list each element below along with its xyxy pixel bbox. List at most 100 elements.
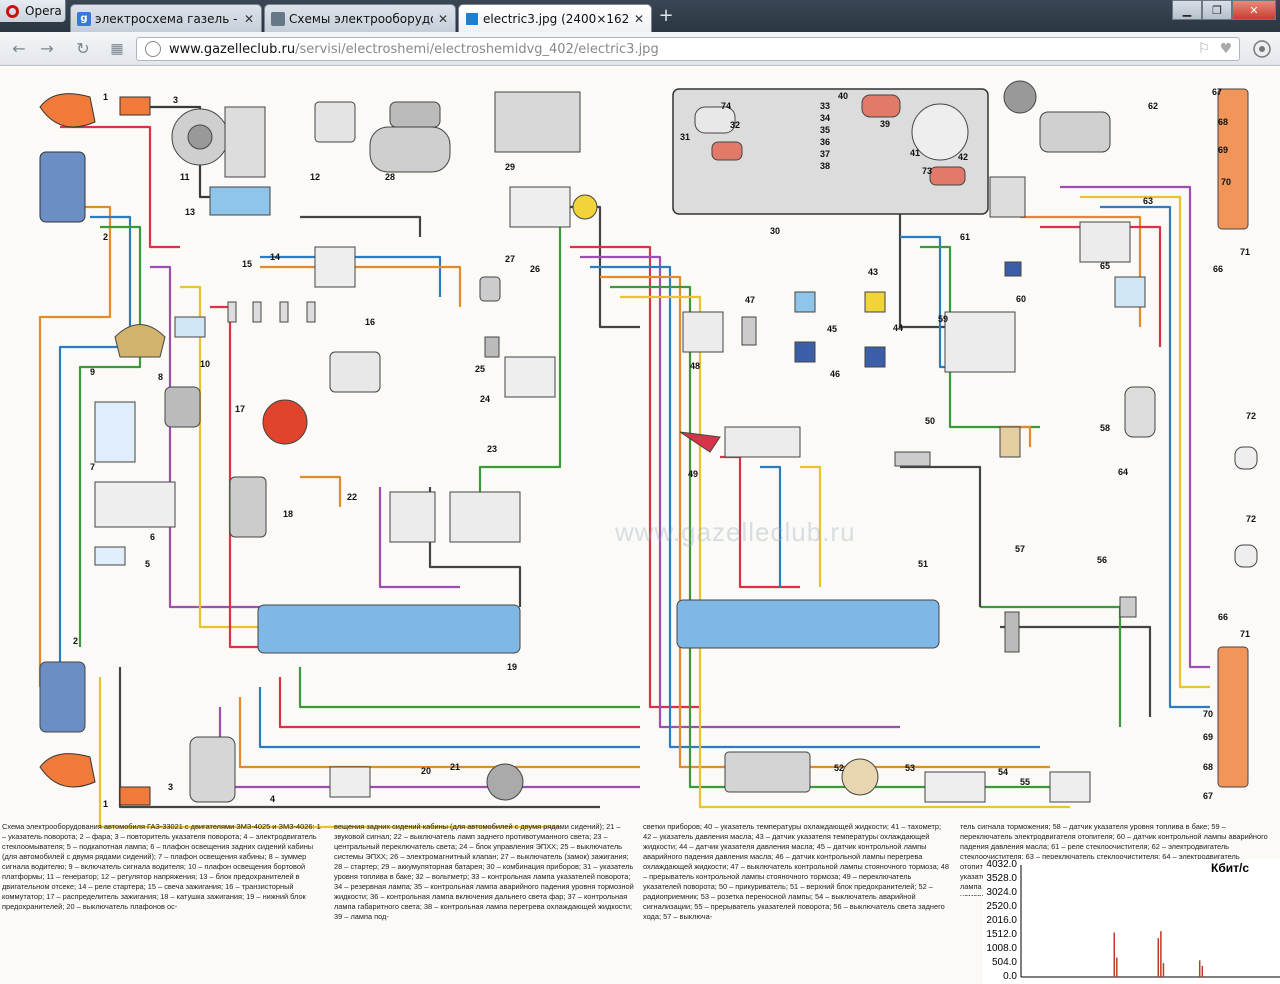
headlight-icon bbox=[39, 151, 86, 223]
address-bar[interactable]: www.gazelleclub.ru/servisi/electroshemi/… bbox=[136, 37, 1240, 61]
svg-text:43: 43 bbox=[868, 267, 878, 277]
svg-text:58: 58 bbox=[1100, 423, 1110, 433]
svg-text:23: 23 bbox=[487, 444, 497, 454]
google-icon: g bbox=[77, 11, 91, 26]
svg-text:34: 34 bbox=[820, 113, 830, 123]
svg-text:68: 68 bbox=[1203, 762, 1213, 772]
svg-text:12: 12 bbox=[310, 172, 320, 182]
svg-text:4: 4 bbox=[270, 794, 275, 804]
svg-text:66: 66 bbox=[1218, 612, 1228, 622]
svg-text:65: 65 bbox=[1100, 261, 1110, 271]
svg-text:20: 20 bbox=[421, 766, 431, 776]
svg-text:16: 16 bbox=[365, 317, 375, 327]
url-host: www.gazelleclub.ru bbox=[169, 41, 296, 57]
svg-text:27: 27 bbox=[505, 254, 515, 264]
svg-text:57: 57 bbox=[1015, 544, 1025, 554]
svg-text:42: 42 bbox=[958, 152, 968, 162]
svg-text:67: 67 bbox=[1212, 87, 1222, 97]
svg-text:62: 62 bbox=[1148, 101, 1158, 111]
tab-title: Схемы электрооборудова bbox=[289, 11, 433, 26]
tab-bar: Opera g электросхема газель - По ✕ Схемы… bbox=[0, 0, 1280, 32]
svg-text:64: 64 bbox=[1118, 467, 1128, 477]
page-icon bbox=[271, 11, 285, 26]
svg-text:60: 60 bbox=[1016, 294, 1026, 304]
close-tab-icon[interactable]: ✕ bbox=[243, 12, 255, 26]
tab-electroshemi[interactable]: Схемы электрооборудова ✕ bbox=[264, 4, 456, 32]
close-tab-icon[interactable]: ✕ bbox=[633, 12, 645, 26]
image-viewport: 132 11 12 28 29 13 14 15 27 26 9 10 16 25 24 8 7 17… bbox=[0, 67, 1280, 984]
svg-text:72: 72 bbox=[1246, 514, 1256, 524]
svg-text:22: 22 bbox=[347, 492, 357, 502]
close-tab-icon[interactable]: ✕ bbox=[437, 12, 449, 26]
svg-text:54: 54 bbox=[998, 767, 1008, 777]
svg-text:13: 13 bbox=[185, 207, 195, 217]
svg-text:70: 70 bbox=[1221, 177, 1231, 187]
svg-text:51: 51 bbox=[918, 559, 928, 569]
svg-text:2: 2 bbox=[103, 232, 108, 242]
svg-text:7: 7 bbox=[90, 462, 95, 472]
svg-text:8: 8 bbox=[158, 372, 163, 382]
svg-text:21: 21 bbox=[450, 762, 460, 772]
tab-title: electric3.jpg (2400×1624) bbox=[483, 11, 629, 26]
svg-text:39: 39 bbox=[880, 119, 890, 129]
heart-icon[interactable]: ♥ bbox=[1217, 40, 1235, 58]
svg-text:59: 59 bbox=[938, 314, 948, 324]
svg-text:73: 73 bbox=[922, 166, 932, 176]
tab-title: электросхема газель - По bbox=[95, 11, 239, 26]
back-button[interactable]: ← bbox=[8, 38, 30, 60]
navigation-toolbar: ← → ↻ ▦ www.gazelleclub.ru/servisi/elect… bbox=[0, 32, 1280, 66]
opera-menu-button[interactable]: Opera bbox=[0, 0, 66, 22]
svg-text:70: 70 bbox=[1203, 709, 1213, 719]
svg-text:45: 45 bbox=[827, 324, 837, 334]
url-text[interactable]: www.gazelleclub.ru/servisi/electroshemi/… bbox=[169, 42, 1195, 57]
new-tab-button[interactable]: + bbox=[656, 6, 676, 26]
svg-text:6: 6 bbox=[150, 532, 155, 542]
svg-text:14: 14 bbox=[270, 252, 280, 262]
traffic-graph: Кбит/с 4032.0 3528.0 3024.0 2520.0 2016.… bbox=[983, 859, 1280, 984]
close-window-button[interactable]: ✕ bbox=[1232, 0, 1276, 20]
svg-text:52: 52 bbox=[834, 763, 844, 773]
svg-text:63: 63 bbox=[1143, 196, 1153, 206]
svg-text:66: 66 bbox=[1213, 264, 1223, 274]
caption-column-1: Схема электрооборудования автомобиля ГАЗ… bbox=[2, 822, 321, 911]
caption-column-2: вещения задних сидений кабины (для автом… bbox=[334, 822, 634, 921]
reload-button[interactable]: ↻ bbox=[72, 38, 94, 60]
svg-text:48: 48 bbox=[690, 361, 700, 371]
svg-text:31: 31 bbox=[680, 132, 690, 142]
svg-text:33: 33 bbox=[820, 101, 830, 111]
svg-text:61: 61 bbox=[960, 232, 970, 242]
svg-text:24: 24 bbox=[480, 394, 490, 404]
tab-electric3-image[interactable]: electric3.jpg (2400×1624) ✕ bbox=[458, 4, 652, 32]
opera-sidebar-icon[interactable] bbox=[1250, 38, 1274, 60]
svg-text:72: 72 bbox=[1246, 411, 1256, 421]
svg-text:68: 68 bbox=[1218, 117, 1228, 127]
speed-dial-grid-icon[interactable]: ▦ bbox=[106, 38, 128, 60]
svg-text:1: 1 bbox=[103, 92, 108, 102]
svg-text:28: 28 bbox=[385, 172, 395, 182]
forward-button[interactable]: → bbox=[36, 38, 58, 60]
svg-text:67: 67 bbox=[1203, 791, 1213, 801]
graph-plot bbox=[1020, 865, 1280, 978]
svg-text:19: 19 bbox=[507, 662, 517, 672]
svg-text:40: 40 bbox=[838, 91, 848, 101]
bookmark-icon[interactable]: ⚐ bbox=[1195, 40, 1213, 58]
svg-text:37: 37 bbox=[820, 149, 830, 159]
maximize-button[interactable]: ❐ bbox=[1202, 0, 1232, 20]
minimize-button[interactable]: ▁ bbox=[1172, 0, 1202, 20]
svg-text:2: 2 bbox=[73, 636, 78, 646]
tab-google-search[interactable]: g электросхема газель - По ✕ bbox=[70, 4, 262, 32]
globe-icon bbox=[145, 41, 161, 57]
opera-menu-label: Opera bbox=[25, 4, 62, 18]
svg-text:53: 53 bbox=[905, 763, 915, 773]
svg-text:3: 3 bbox=[173, 95, 178, 105]
svg-text:11: 11 bbox=[180, 172, 190, 182]
svg-text:5: 5 bbox=[145, 559, 150, 569]
image-icon bbox=[465, 11, 479, 26]
svg-text:46: 46 bbox=[830, 369, 840, 379]
svg-text:18: 18 bbox=[283, 509, 293, 519]
watermark-text: www.gazelleclub.ru bbox=[615, 517, 856, 547]
svg-text:74: 74 bbox=[721, 101, 731, 111]
svg-text:17: 17 bbox=[235, 404, 245, 414]
svg-text:38: 38 bbox=[820, 161, 830, 171]
svg-text:10: 10 bbox=[200, 359, 210, 369]
